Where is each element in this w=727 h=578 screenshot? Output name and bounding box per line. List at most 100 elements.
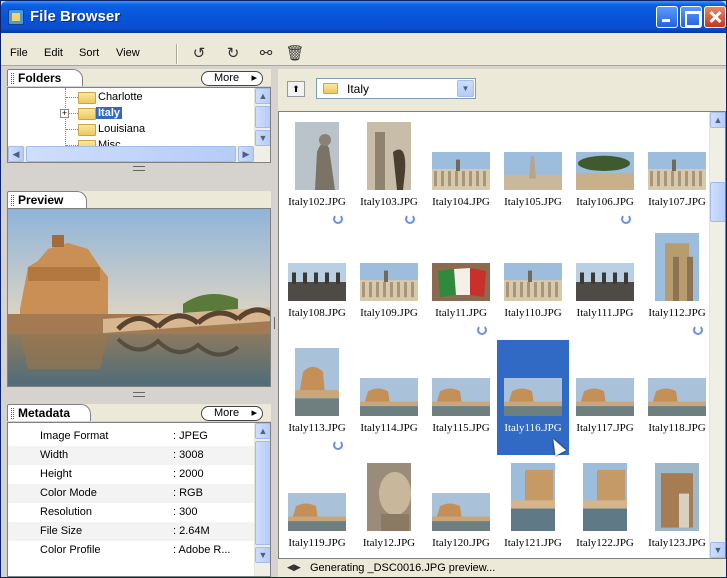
scroll-thumb[interactable] <box>255 441 270 545</box>
menu-view[interactable]: View <box>116 47 140 59</box>
title-bar[interactable]: File Browser <box>1 1 726 33</box>
status-arrows-icon[interactable]: ◀▶ <box>287 562 301 573</box>
thumbnail[interactable]: Italy115.JPG <box>425 340 497 455</box>
metadata-value: : 3008 <box>173 449 204 461</box>
thumbnail-filename: Italy109.JPG <box>360 307 418 319</box>
folder-item-charlotte[interactable]: Charlotte <box>8 90 248 106</box>
minimize-button[interactable] <box>656 6 678 28</box>
folder-path-dropdown[interactable]: Italy ▼ <box>316 78 476 99</box>
thumbnail-filename: Italy111.JPG <box>576 307 634 319</box>
current-folder: Italy <box>347 82 370 96</box>
thumbnail[interactable]: Italy107.JPG <box>641 114 713 229</box>
metadata-table: Image Format: JPEG Width: 3008 Height: 200… <box>7 422 271 577</box>
folders-more-button[interactable]: More <box>201 71 263 86</box>
thumbnail[interactable]: Italy120.JPG <box>425 455 497 558</box>
status-bar: ◀▶ Generating _DSC0016.JPG preview... <box>278 559 726 577</box>
thumbnail[interactable]: Italy109.JPG <box>353 225 425 340</box>
binoculars-icon[interactable]: ⚯ <box>256 44 276 64</box>
grip-icon <box>11 195 14 206</box>
rotate-pending-icon <box>333 214 343 224</box>
thumbnail-image <box>295 348 339 416</box>
thumbnail[interactable]: Italy117.JPG <box>569 340 641 455</box>
thumbnail[interactable]: Italy121.JPG <box>497 455 569 558</box>
app-icon <box>8 9 24 25</box>
thumbnail-image <box>360 378 418 416</box>
panel-splitter[interactable] <box>7 165 271 171</box>
thumbnail[interactable]: Italy103.JPG <box>353 114 425 229</box>
thumbnail-image <box>576 152 634 190</box>
thumbnail[interactable]: Italy105.JPG <box>497 114 569 229</box>
thumbnail[interactable]: Italy111.JPG <box>569 225 641 340</box>
folder-icon <box>78 108 96 120</box>
thumbnail[interactable]: Italy113.JPG <box>281 340 353 455</box>
thumbnail-image <box>583 463 627 531</box>
close-button[interactable] <box>704 6 726 28</box>
thumbnail[interactable]: Italy106.JPG <box>569 114 641 229</box>
thumbnail[interactable]: Italy116.JPG <box>497 340 569 456</box>
folder-item-italy[interactable]: Italy <box>8 106 248 122</box>
thumbnail-filename: Italy12.JPG <box>362 537 416 549</box>
thumbnail[interactable]: Italy102.JPG <box>281 114 353 229</box>
metadata-key: Image Format <box>40 430 109 442</box>
thumbnail[interactable]: Italy118.JPG <box>641 340 713 455</box>
scroll-down-icon[interactable]: ▼ <box>710 542 725 558</box>
metadata-row: Resolution: 300 <box>8 503 254 522</box>
thumbnail[interactable]: Italy123.JPG <box>641 455 713 558</box>
menu-sort[interactable]: Sort <box>79 47 99 59</box>
panel-splitter[interactable] <box>7 391 271 397</box>
preview-image <box>7 208 271 387</box>
folder-item-louisiana[interactable]: Louisiana <box>8 122 248 138</box>
left-pane: Folders More Charlotte+ItalyLouisianaMis… <box>7 69 273 577</box>
horizontal-scroll-thumb[interactable] <box>26 146 236 162</box>
folders-horizontal-scrollbar[interactable]: ◀ ▶ <box>8 146 270 162</box>
thumbnail-image <box>360 263 418 301</box>
menu-edit[interactable]: Edit <box>44 47 63 59</box>
thumbnail[interactable]: Italy122.JPG <box>569 455 641 558</box>
folders-tab-label: Folders <box>18 71 62 85</box>
scroll-up-icon[interactable]: ▲ <box>710 112 725 128</box>
chevron-down-icon[interactable]: ▼ <box>457 80 474 97</box>
mouse-cursor-icon <box>547 436 567 456</box>
rotate-cw-icon[interactable]: ↻ <box>223 44 243 64</box>
thumbnail[interactable]: Italy112.JPG <box>641 225 713 340</box>
thumbnail[interactable]: Italy119.JPG <box>281 455 353 558</box>
metadata-vertical-scrollbar[interactable]: ▲ ▼ <box>254 423 270 576</box>
metadata-key: Color Mode <box>40 487 97 499</box>
tab-metadata[interactable]: Metadata <box>7 404 91 421</box>
menu-file[interactable]: File <box>10 47 28 59</box>
scroll-thumb[interactable] <box>710 182 725 222</box>
rotate-ccw-icon[interactable]: ↺ <box>189 44 209 64</box>
scroll-down-icon[interactable]: ▼ <box>255 547 270 563</box>
file-browser-window: File Browser File Edit Sort View ↺ ↻ ⚯ 🗑… <box>0 0 727 578</box>
grid-vertical-scrollbar[interactable]: ▲ ▼ <box>709 112 725 558</box>
thumbnail[interactable]: Italy104.JPG <box>425 114 497 229</box>
scroll-thumb[interactable] <box>255 106 270 128</box>
metadata-value: : 2.64M <box>173 525 210 537</box>
scroll-down-icon[interactable]: ▼ <box>255 130 270 146</box>
scroll-up-icon[interactable]: ▲ <box>255 88 270 104</box>
trash-icon[interactable]: 🗑 <box>285 44 305 64</box>
thumbnail[interactable]: Italy110.JPG <box>497 225 569 340</box>
scroll-right-icon[interactable]: ▶ <box>238 146 254 162</box>
thumbnail[interactable]: Italy108.JPG <box>281 225 353 340</box>
thumbnail-filename: Italy114.JPG <box>360 422 418 434</box>
up-folder-icon[interactable]: ⬆ <box>287 81 305 97</box>
thumbnail-image <box>655 233 699 301</box>
thumbnail[interactable]: Italy11.JPG <box>425 225 497 340</box>
metadata-more-button[interactable]: More <box>201 406 263 421</box>
folder-tree: Charlotte + Italy Louisiana Misc ▲ ▼ ◀ ▶ <box>7 87 271 163</box>
tab-preview[interactable]: Preview <box>7 191 87 208</box>
metadata-key: Resolution <box>40 506 92 518</box>
thumbnail-image <box>576 263 634 301</box>
thumbnail-image <box>288 263 346 301</box>
thumbnail[interactable]: Italy12.JPG <box>353 455 425 558</box>
scroll-left-icon[interactable]: ◀ <box>8 146 24 162</box>
thumbnail-filename: Italy119.JPG <box>288 537 346 549</box>
folders-vertical-scrollbar[interactable]: ▲ ▼ <box>254 88 270 146</box>
scroll-up-icon[interactable]: ▲ <box>255 423 270 439</box>
tab-folders[interactable]: Folders <box>7 69 83 86</box>
thumbnail-filename: Italy102.JPG <box>288 196 346 208</box>
maximize-button[interactable] <box>680 6 702 28</box>
metadata-key: Width <box>40 449 69 461</box>
thumbnail[interactable]: Italy114.JPG <box>353 340 425 455</box>
